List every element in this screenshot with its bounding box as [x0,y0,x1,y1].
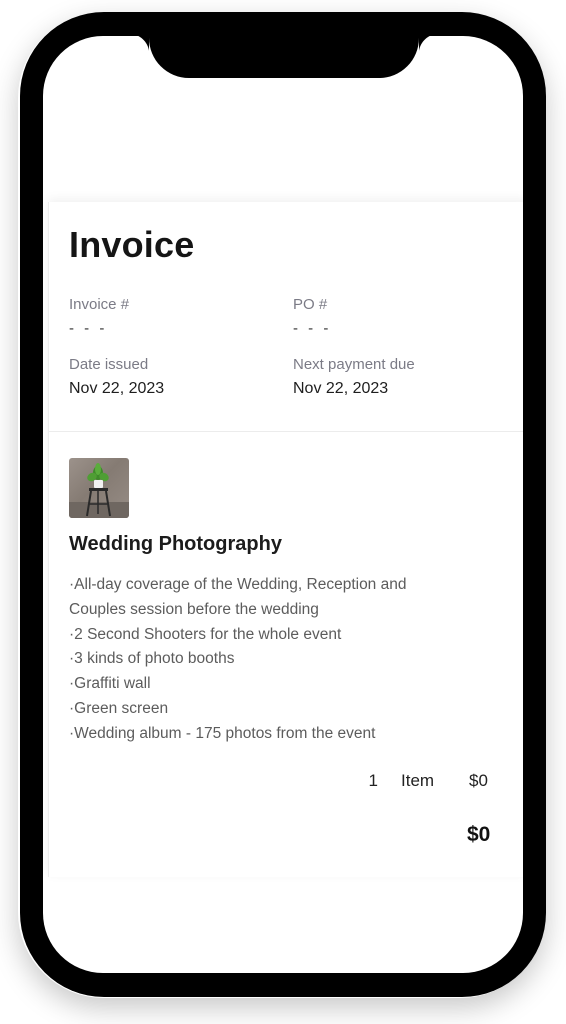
description-line: Couples session before the wedding [69,600,319,618]
item-unit: Item [401,771,435,790]
date-issued-value: Nov 22, 2023 [69,380,165,397]
next-payment-due-label: Next payment due [293,356,415,373]
po-number-label: PO # [293,296,328,313]
page-title: Invoice [69,224,195,265]
item-title: Wedding Photography [69,533,282,555]
phone-frame: Invoice Invoice # - - - PO # - - - Date … [20,12,546,997]
invoice-header: Invoice Invoice # - - - PO # - - - Date … [49,202,523,432]
item-description: ·All-day coverage of the Wedding, Recept… [69,573,489,747]
description-line: ·Green screen [69,699,169,717]
description-line: ·2 Second Shooters for the whole event [69,625,342,643]
invoice-document: Invoice Invoice # - - - PO # - - - Date … [48,202,523,877]
invoice-number-value: - - - [69,320,108,337]
date-issued-label: Date issued [69,356,149,373]
plant-on-stand-icon [69,463,129,518]
phone-screen: Invoice Invoice # - - - PO # - - - Date … [43,36,523,973]
description-line: ·3 kinds of photo booths [69,650,235,668]
item-image [69,458,129,518]
item-amount: $0 [469,771,488,790]
phone-notch [129,36,439,78]
description-line: ·All-day coverage of the Wedding, Recept… [69,576,407,593]
invoice-total: $0 [467,823,491,846]
po-number-value: - - - [293,320,332,337]
item-quantity: 1 [368,771,378,790]
next-payment-due-value: Nov 22, 2023 [293,380,389,397]
description-line: ·Wedding album - 175 photos from the eve… [69,724,376,742]
invoice-number-label: Invoice # [69,296,130,313]
description-line: ·Graffiti wall [69,675,151,693]
